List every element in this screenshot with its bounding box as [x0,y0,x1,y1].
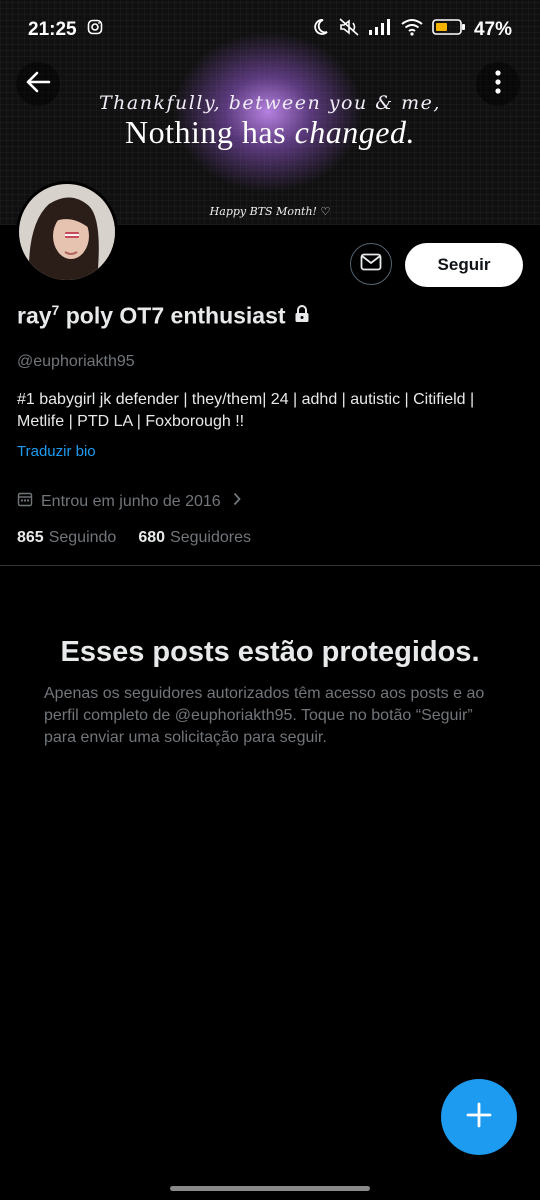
followers-stat[interactable]: 680 Seguidores [138,529,251,547]
followers-label: Seguidores [170,529,251,546]
follow-button[interactable]: Seguir [405,243,523,287]
joined-date[interactable]: Entrou em junho de 2016 [17,491,241,512]
protected-title: Esses posts estão protegidos. [60,636,480,668]
banner-text-line1: Thankfully, between you & me, [99,92,441,114]
banner-text-line2-part1: Nothing has [125,114,295,150]
avatar[interactable] [16,181,118,283]
back-button[interactable] [16,62,60,106]
lock-icon [294,302,310,329]
divider [0,565,540,566]
silent-icon [338,17,360,43]
status-time: 21:25 [28,19,77,40]
profile-name-part1: ray [17,302,52,329]
profile-name: ray7 poly OT7 enthusiast [17,302,310,330]
chevron-right-icon [233,492,241,511]
translate-bio-link[interactable]: Traduzir bio [17,443,96,460]
followers-count: 680 [138,529,166,546]
wifi-icon [400,18,424,42]
following-label: Seguindo [48,529,117,546]
battery-percent: 47% [473,19,512,40]
arrow-left-icon [25,71,51,98]
message-button[interactable] [350,243,392,285]
profile-name-part2: poly OT7 enthusiast [59,302,286,329]
moon-icon [310,17,330,43]
following-stat[interactable]: 865 Seguindo [17,529,116,547]
calendar-icon [17,491,33,512]
profile-bio: #1 babygirl jk defender | they/them| 24 … [17,391,475,430]
compose-button[interactable] [441,1079,517,1155]
banner-text-line2: Nothing has changed. [0,114,540,151]
signal-icon [368,18,392,42]
more-options-button[interactable] [476,62,520,106]
envelope-icon [360,253,382,276]
status-bar: 21:25 47% [0,0,540,60]
plus-icon [466,1102,492,1133]
profile-handle: @euphoriakth95 [17,353,135,370]
protected-body: Apenas os seguidores autorizados têm ace… [44,685,485,746]
joined-text: Entrou em junho de 2016 [41,492,221,510]
profile-name-text: ray7 poly OT7 enthusiast [17,302,286,330]
following-count: 865 [17,529,44,546]
banner-text-line2-part2: changed. [294,114,415,150]
follow-stats: 865 Seguindo 680 Seguidores [17,529,251,547]
more-vertical-icon [495,69,501,99]
battery-icon [432,18,466,42]
home-indicator[interactable] [170,1186,370,1191]
instagram-icon [87,19,103,41]
